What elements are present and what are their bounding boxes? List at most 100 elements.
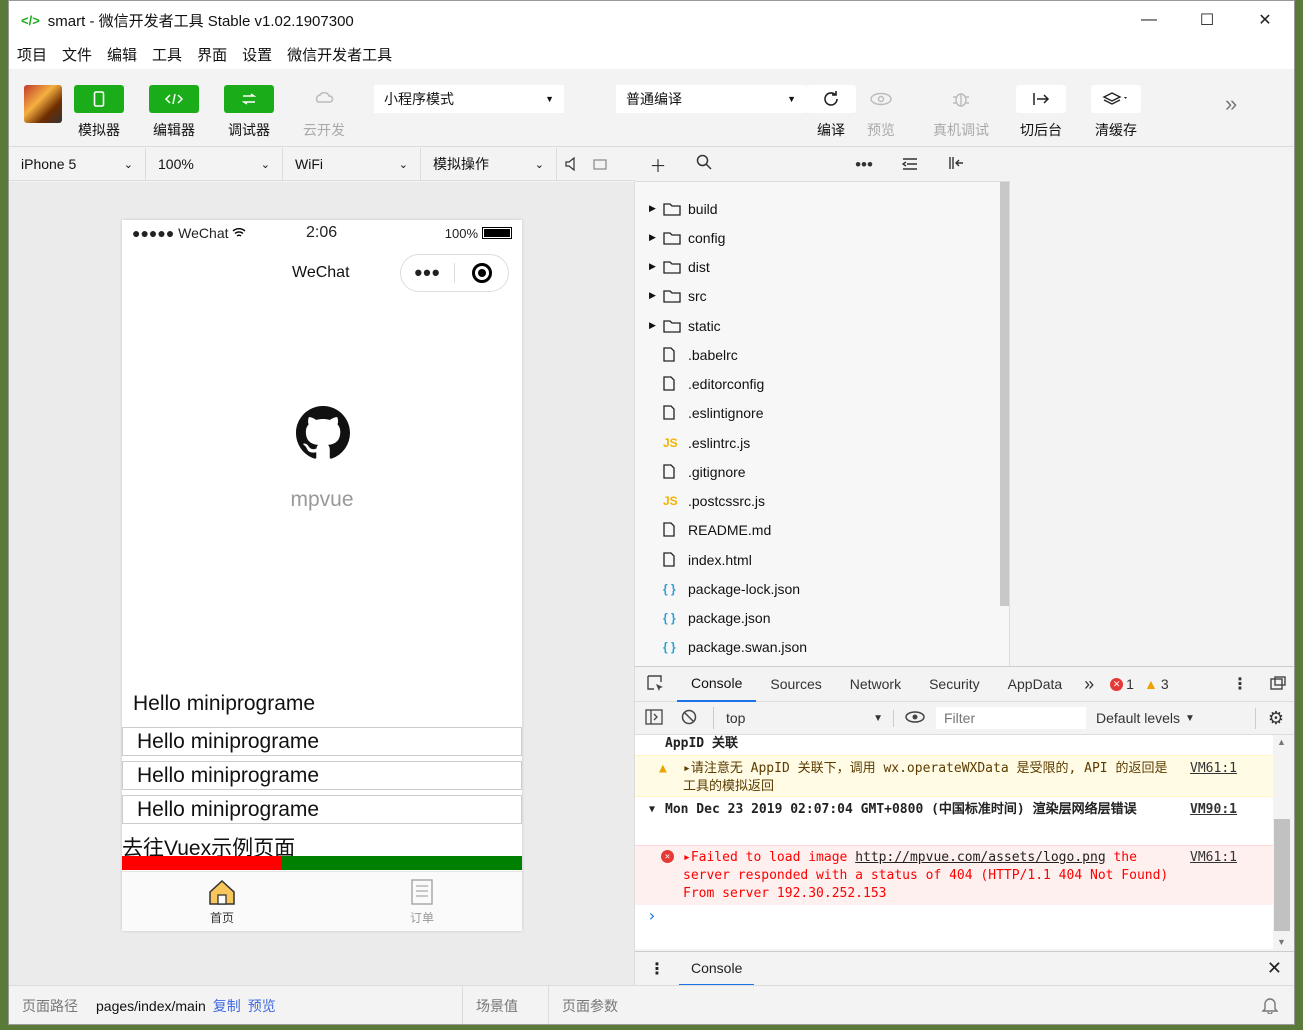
clear-cache-button[interactable]: 清缓存 — [1086, 85, 1146, 140]
menu-wechat-devtools[interactable]: 微信开发者工具 — [287, 44, 392, 65]
source-link[interactable]: VM61:1 — [1190, 849, 1237, 867]
file-item[interactable]: .gitignore — [663, 457, 746, 486]
log-levels-select[interactable]: Default levels ▼ — [1096, 710, 1195, 726]
preview-link[interactable]: 预览 — [248, 996, 276, 1016]
menu-settings[interactable]: 设置 — [242, 44, 272, 65]
device-select[interactable]: iPhone 5 ⌄ — [9, 148, 146, 180]
file-item[interactable]: README.md — [663, 515, 771, 544]
console-group-line[interactable]: ▼ Mon Dec 23 2019 02:07:04 GMT+0800 (中国标… — [635, 801, 1273, 841]
maximize-button[interactable]: ☐ — [1178, 1, 1236, 39]
close-drawer-icon[interactable]: ✕ — [1253, 958, 1294, 979]
progress-bar — [122, 856, 522, 870]
more-dots-icon[interactable]: ••• — [401, 262, 454, 284]
more-tools-icon[interactable]: » — [1225, 91, 1237, 117]
sidebar-toggle-icon[interactable] — [635, 708, 673, 728]
tab-network[interactable]: Network — [836, 667, 915, 702]
background-button[interactable]: 切后台 — [1011, 85, 1071, 140]
hello-card[interactable]: Hello miniprograme — [122, 727, 522, 756]
remote-debug-button[interactable]: 真机调试 — [931, 85, 991, 140]
toggle-panel-icon[interactable] — [933, 155, 979, 175]
hello-card[interactable]: Hello miniprograme — [122, 761, 522, 790]
editor-label: 编辑器 — [153, 122, 195, 138]
console-scrollbar[interactable]: ▲ ▼ — [1273, 735, 1294, 949]
file-item[interactable]: .eslintignore — [663, 398, 764, 427]
tab-sources[interactable]: Sources — [756, 667, 835, 702]
inspect-element-icon[interactable] — [635, 667, 677, 702]
error-url-link[interactable]: http://mpvue.com/assets/logo.png — [855, 850, 1105, 865]
tab-home[interactable]: 首页 — [122, 872, 322, 931]
console-filter-input[interactable] — [936, 707, 1086, 729]
source-link[interactable]: VM61:1 — [1190, 760, 1237, 778]
editor-toggle[interactable]: 编辑器 — [144, 85, 204, 140]
search-icon[interactable] — [681, 154, 727, 175]
menu-file[interactable]: 文件 — [62, 44, 92, 65]
cloud-button[interactable]: 云开发 — [294, 85, 354, 140]
collapse-icon[interactable] — [887, 155, 933, 175]
error-counter[interactable]: ✕ 1 ▲ 3 — [1110, 676, 1169, 692]
simulator-toggle[interactable]: 模拟器 — [69, 85, 129, 140]
dock-icon[interactable] — [1260, 675, 1294, 693]
menu-edit[interactable]: 编辑 — [107, 44, 137, 65]
tab-security[interactable]: Security — [915, 667, 994, 702]
mode-select[interactable]: 小程序模式 ▼ — [374, 85, 564, 113]
file-item[interactable]: JS .postcssrc.js — [663, 486, 765, 515]
tab-appdata[interactable]: AppData — [994, 667, 1076, 702]
zoom-select[interactable]: 100% ⌄ — [146, 148, 283, 180]
explorer-scrollbar[interactable] — [1000, 182, 1009, 606]
github-logo-icon — [296, 406, 350, 459]
json-file-icon: { } — [663, 610, 676, 625]
live-expression-eye-icon[interactable] — [893, 709, 936, 727]
file-item[interactable]: .babelrc — [663, 340, 738, 369]
scroll-up-icon[interactable]: ▲ — [1277, 737, 1286, 747]
file-item[interactable]: { } package.json — [663, 603, 771, 632]
avatar[interactable] — [24, 85, 62, 123]
operation-select[interactable]: 模拟操作 ⌄ — [421, 148, 557, 180]
notification-bell-icon[interactable] — [1261, 996, 1279, 1017]
nav-title: WeChat — [292, 264, 350, 281]
file-icon — [663, 464, 688, 479]
menu-project[interactable]: 项目 — [17, 44, 47, 65]
caret-down-icon: ▼ — [873, 712, 883, 724]
scroll-thumb[interactable] — [1274, 819, 1290, 931]
preview-button[interactable]: 预览 — [851, 85, 911, 140]
console-settings-gear-icon[interactable]: ⚙ — [1254, 707, 1294, 729]
kebab-menu-icon[interactable]: ⋮ — [1220, 674, 1260, 694]
drawer-menu-icon[interactable]: ⋮ — [635, 959, 679, 979]
file-item[interactable]: index.html — [663, 545, 752, 574]
detach-window-icon[interactable] — [587, 148, 617, 180]
folder-static[interactable]: ▶ static — [649, 311, 721, 340]
compile-mode-select[interactable]: 普通编译 ▼ — [616, 85, 806, 113]
tab-orders[interactable]: 订单 — [322, 872, 522, 931]
page-params-button[interactable]: 页面参数 — [548, 985, 635, 1024]
folder-dist[interactable]: ▶ dist — [649, 252, 710, 281]
close-miniprogram-icon[interactable] — [455, 263, 508, 283]
drawer-tab-console[interactable]: Console — [679, 952, 755, 986]
more-tabs-icon[interactable]: » — [1076, 667, 1102, 702]
source-link[interactable]: VM90:1 — [1190, 801, 1237, 819]
minimize-button[interactable]: — — [1120, 1, 1178, 39]
close-button[interactable]: ✕ — [1236, 1, 1294, 39]
folder-config[interactable]: ▶ config — [649, 223, 725, 252]
more-icon[interactable]: ••• — [841, 155, 887, 175]
tab-console[interactable]: Console — [677, 667, 757, 702]
scene-button[interactable]: 场景值 — [462, 985, 548, 1024]
file-item[interactable]: { } package-lock.json — [663, 574, 800, 603]
folder-build[interactable]: ▶ build — [649, 194, 718, 223]
volume-icon[interactable] — [557, 148, 587, 180]
debugger-toggle[interactable]: 调试器 — [219, 85, 279, 140]
menu-view[interactable]: 界面 — [197, 44, 227, 65]
scroll-down-icon[interactable]: ▼ — [1277, 937, 1286, 947]
window-title: smart - 微信开发者工具 Stable v1.02.1907300 — [47, 12, 354, 30]
file-item[interactable]: JS .eslintrc.js — [663, 428, 750, 457]
network-select[interactable]: WiFi ⌄ — [283, 148, 421, 180]
clear-console-icon[interactable] — [673, 709, 705, 728]
file-item[interactable]: { } package.swan.json — [663, 632, 807, 661]
add-icon[interactable]: ＋ — [635, 152, 681, 177]
file-item[interactable]: .editorconfig — [663, 369, 764, 398]
menu-tools[interactable]: 工具 — [152, 44, 182, 65]
context-select[interactable]: top ▼ — [713, 707, 893, 729]
copy-link[interactable]: 复制 — [213, 996, 241, 1016]
hello-card[interactable]: Hello miniprograme — [122, 795, 522, 824]
folder-src[interactable]: ▶ src — [649, 281, 707, 310]
console-prompt[interactable]: › — [635, 907, 1273, 925]
